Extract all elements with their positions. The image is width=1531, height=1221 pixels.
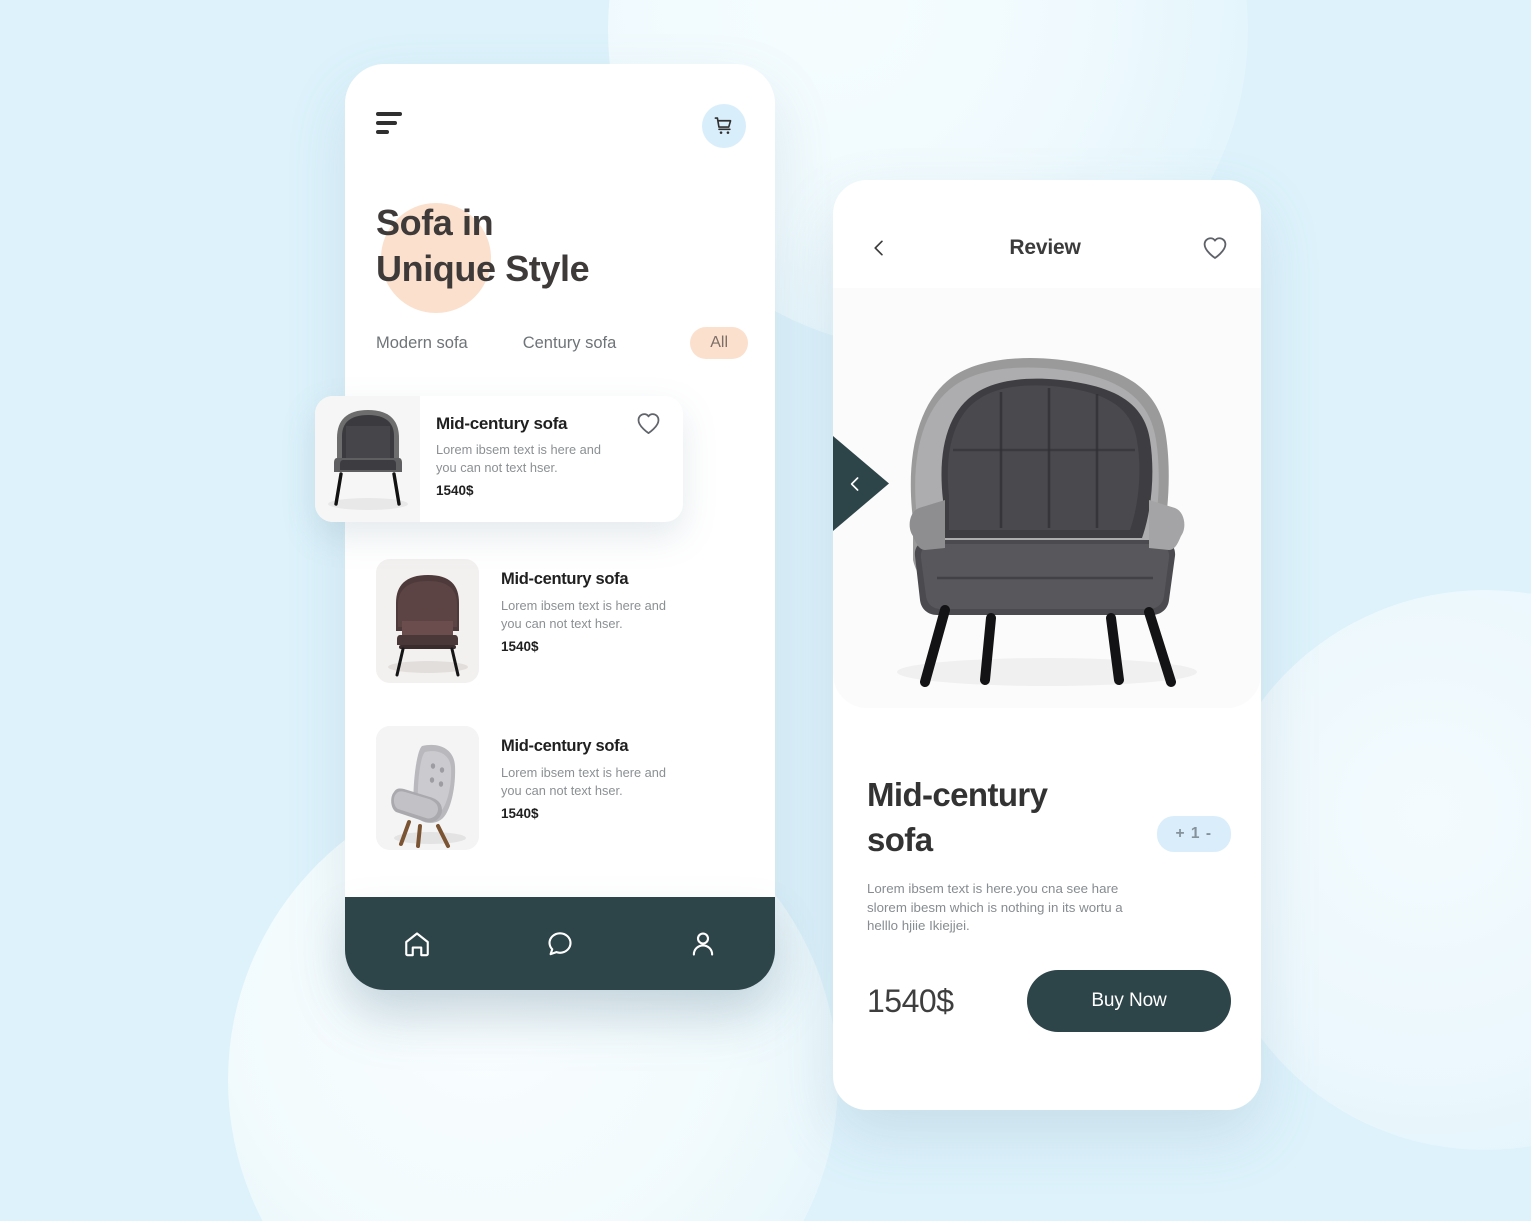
product-thumbnail	[376, 726, 479, 850]
product-info: Mid-century sofa Lorem ibsem text is her…	[479, 726, 666, 850]
quantity-stepper[interactable]: + 1 -	[1156, 816, 1231, 852]
left-phone-screen: Sofa in Unique Style Modern sofa Century…	[345, 64, 775, 989]
category-tabs: Modern sofa Century sofa All	[376, 326, 748, 360]
tab-modern-sofa[interactable]: Modern sofa	[376, 334, 468, 353]
shopping-cart-button[interactable]	[702, 104, 746, 148]
grey-tufted-armchair-image	[376, 726, 479, 850]
featured-product-info: Mid-century sofa Lorem ibsem text is her…	[420, 396, 683, 522]
list-item[interactable]: Mid-century sofa Lorem ibsem text is her…	[376, 726, 748, 850]
hero-section: Sofa in Unique Style	[376, 200, 746, 313]
favorite-button[interactable]	[1201, 234, 1229, 262]
product-description: Lorem ibsem text is here.you cna see har…	[867, 881, 1123, 934]
product-price: 1540$	[867, 982, 954, 1019]
heart-outline-icon	[1203, 237, 1227, 259]
product-list: Mid-century sofa Lorem ibsem text is her…	[376, 559, 748, 893]
buy-now-button[interactable]: Buy Now	[1027, 970, 1231, 1032]
product-description: Lorem ibsem text is here and you can not…	[501, 765, 667, 798]
product-description: Lorem ibsem text is here and you can not…	[501, 598, 667, 631]
tab-all[interactable]: All	[690, 327, 748, 359]
brown-armchair-image	[376, 559, 479, 683]
home-icon	[404, 931, 429, 956]
left-phone-topbar	[345, 64, 775, 174]
dark-grey-armchair-image	[315, 396, 420, 522]
product-title: Mid-century sofa	[501, 737, 629, 755]
user-profile-icon	[693, 931, 714, 956]
carousel-previous-button[interactable]	[833, 436, 889, 531]
favorite-button[interactable]	[636, 412, 661, 440]
product-title: Mid-century sofa	[867, 776, 1048, 858]
page-title: Review	[1009, 236, 1081, 259]
page-title: Sofa in Unique Style	[376, 202, 590, 289]
chevron-left-icon	[874, 240, 883, 256]
chevron-left-icon	[846, 474, 864, 499]
phone-mockup-product-list: Sofa in Unique Style Modern sofa Century…	[315, 64, 775, 989]
bottom-navigation-bar	[345, 897, 775, 990]
phone-mockup-product-detail: Review Mid-century sofa + 1 - Lorem ibse…	[833, 180, 1261, 1110]
heart-outline-icon	[637, 413, 660, 434]
chat-bubble-icon	[548, 931, 572, 955]
nav-item-profile[interactable]	[632, 897, 775, 990]
product-info: Mid-century sofa Lorem ibsem text is her…	[479, 559, 666, 683]
featured-product-card[interactable]: Mid-century sofa Lorem ibsem text is her…	[315, 396, 683, 522]
detail-title-row: Mid-century sofa + 1 -	[867, 772, 1231, 862]
purchase-row: 1540$ Buy Now	[867, 970, 1231, 1032]
detail-header: Review	[833, 227, 1261, 269]
product-title: Mid-century sofa	[501, 570, 629, 588]
nav-item-home[interactable]	[345, 897, 488, 990]
product-thumbnail	[315, 396, 420, 522]
product-detail-section: Mid-century sofa + 1 - Lorem ibsem text …	[867, 772, 1231, 936]
product-price: 1540$	[501, 639, 539, 654]
nav-item-messages[interactable]	[488, 897, 631, 990]
product-description: Lorem ibsem text is here and you can not…	[436, 442, 602, 475]
product-hero-image	[833, 288, 1261, 708]
product-price: 1540$	[501, 806, 539, 821]
shopping-cart-icon	[714, 116, 731, 134]
product-price: 1540$	[436, 483, 474, 498]
hamburger-menu-icon[interactable]	[376, 112, 402, 134]
product-thumbnail	[376, 559, 479, 683]
tab-century-sofa[interactable]: Century sofa	[523, 334, 617, 353]
mid-century-sofa-large-image	[833, 288, 1261, 708]
list-item[interactable]: Mid-century sofa Lorem ibsem text is her…	[376, 559, 748, 683]
